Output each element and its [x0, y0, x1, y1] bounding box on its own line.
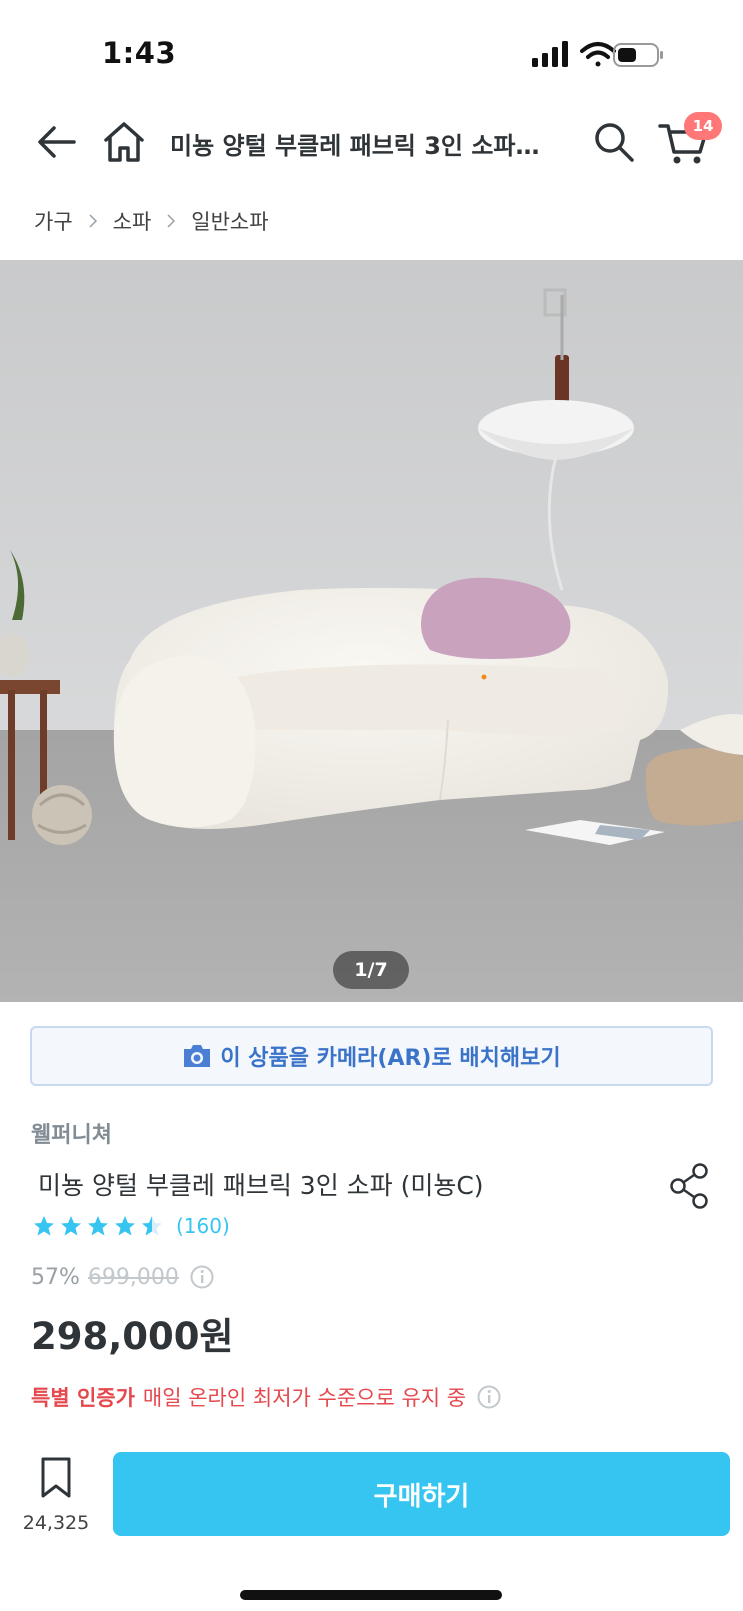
ar-view-button[interactable]: 이 상품을 카메라(AR)로 배치해보기 — [30, 1026, 713, 1086]
sale-price: 298,000원 — [31, 1315, 234, 1358]
wifi-icon — [580, 42, 616, 67]
breadcrumb-item-sofa[interactable]: 소파 — [113, 206, 152, 236]
gallery-page-indicator: 1/7 — [333, 951, 409, 989]
star-rating — [31, 1214, 166, 1238]
signal-icon — [532, 41, 568, 67]
product-image[interactable] — [0, 260, 743, 1002]
status-bar: 1:43 — [0, 0, 743, 100]
buy-button[interactable]: 구매하기 — [113, 1452, 730, 1536]
breadcrumb-item-general-sofa[interactable]: 일반소파 — [191, 206, 268, 236]
home-indicator — [240, 1590, 502, 1600]
status-time: 1:43 — [102, 36, 177, 70]
info-icon[interactable] — [476, 1384, 502, 1410]
rating[interactable]: (160) — [31, 1214, 230, 1238]
bookmark-button[interactable]: 24,325 — [18, 1456, 94, 1546]
search-icon[interactable] — [590, 118, 638, 166]
top-nav: 미뇽 양털 부클레 패브릭 3인 소파… — [0, 100, 743, 188]
status-icons — [532, 41, 663, 67]
star-icon — [88, 1216, 108, 1236]
ar-button-label: 이 상품을 카메라(AR)로 배치해보기 — [220, 1046, 561, 1071]
special-price-tag: 특별 인증가 — [31, 1386, 135, 1410]
breadcrumb: 가구 소파 일반소파 — [34, 206, 269, 236]
star-icon — [115, 1216, 135, 1236]
back-arrow-icon[interactable] — [34, 118, 82, 166]
discount-rate: 57% — [31, 1264, 80, 1290]
chevron-right-icon — [89, 214, 97, 228]
review-count[interactable]: (160) — [176, 1214, 230, 1238]
star-icon — [61, 1216, 81, 1236]
special-price-notice: 특별 인증가 매일 온라인 최저가 수준으로 유지 중 — [31, 1382, 502, 1412]
bottom-action-bar: 24,325 구매하기 — [0, 1440, 743, 1611]
battery-icon — [613, 43, 663, 67]
bookmark-icon — [41, 1457, 71, 1498]
special-price-text: 매일 온라인 최저가 수준으로 유지 중 — [142, 1386, 467, 1410]
star-half-icon — [142, 1216, 162, 1236]
brand-name[interactable]: 웰퍼니쳐 — [31, 1117, 112, 1149]
breadcrumb-item-furniture[interactable]: 가구 — [34, 206, 73, 236]
page-title: 미뇽 양털 부클레 패브릭 3인 소파… — [170, 132, 540, 160]
cart-count-badge: 14 — [684, 112, 722, 140]
original-price: 699,000 — [87, 1264, 179, 1290]
sofa-photo — [0, 260, 743, 1002]
product-name: 미뇽 양털 부클레 패브릭 3인 소파 (미뇽C) — [38, 1171, 484, 1200]
chevron-right-icon — [167, 214, 176, 228]
bookmark-count: 24,325 — [22, 1512, 90, 1534]
star-icon — [34, 1216, 54, 1236]
info-icon[interactable] — [189, 1264, 215, 1290]
camera-icon — [184, 1045, 211, 1067]
share-icon[interactable] — [668, 1162, 712, 1210]
discount-row: 57% 699,000 — [31, 1264, 215, 1290]
home-icon[interactable] — [100, 118, 148, 166]
